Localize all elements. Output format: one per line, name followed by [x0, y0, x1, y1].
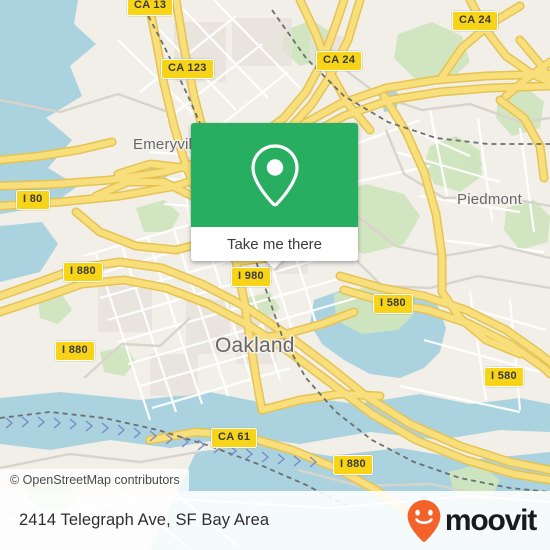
map-vector: [0, 0, 550, 550]
popup-image-area: [191, 123, 358, 227]
location-popup-card[interactable]: Take me there: [191, 123, 358, 261]
map-attribution[interactable]: © OpenStreetMap contributors: [0, 469, 189, 491]
map-screen: Emeryville Piedmont Oakland CA 13 CA 24 …: [0, 0, 550, 550]
map-pin-icon: [250, 144, 299, 207]
moovit-wordmark: moovit: [444, 503, 537, 537]
address-text: 2414 Telegraph Ave, SF Bay Area: [19, 511, 270, 529]
take-me-there-button[interactable]: Take me there: [191, 227, 358, 261]
moovit-logo[interactable]: moovit: [406, 499, 537, 543]
footer-bar: 2414 Telegraph Ave, SF Bay Area moovit: [0, 491, 550, 550]
moovit-pin-smiley-icon: [407, 499, 441, 542]
map-canvas[interactable]: Emeryville Piedmont Oakland CA 13 CA 24 …: [0, 0, 550, 550]
